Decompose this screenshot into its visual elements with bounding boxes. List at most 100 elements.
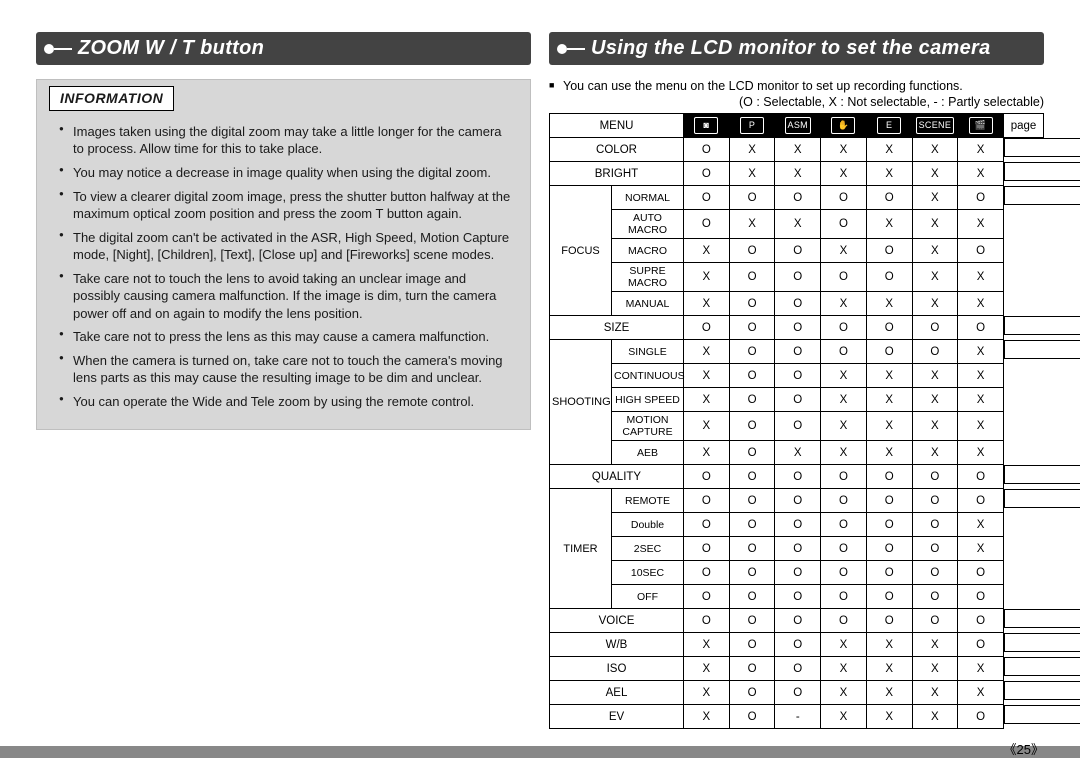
compat-cell: O xyxy=(821,210,867,239)
menu-label: QUALITY xyxy=(550,465,684,489)
menu-sub-label: SUPRE MACRO xyxy=(612,263,684,292)
compat-cell: O xyxy=(775,465,821,489)
compat-cell: X xyxy=(684,239,730,263)
compat-cell: O xyxy=(958,465,1004,489)
compat-cell: X xyxy=(912,657,958,681)
compat-cell: O xyxy=(684,162,730,186)
compat-cell: - xyxy=(775,705,821,729)
compat-cell: X xyxy=(866,705,912,729)
compat-cell: X xyxy=(684,705,730,729)
compat-cell: O xyxy=(821,186,867,210)
compat-cell: X xyxy=(958,657,1004,681)
compat-cell: X xyxy=(684,681,730,705)
mode-icon-auto: ◙ xyxy=(684,114,730,138)
compat-cell: O xyxy=(775,657,821,681)
menu-sub-label: AUTO MACRO xyxy=(612,210,684,239)
compat-cell: X xyxy=(729,138,775,162)
compat-cell: X xyxy=(684,412,730,441)
menu-label: AEL xyxy=(550,681,684,705)
menu-sub-label: MACRO xyxy=(612,239,684,263)
table-row: AELXOOXXXXp.35 xyxy=(550,681,1044,705)
mode-icon-asm: ASM xyxy=(775,114,821,138)
compat-cell: O xyxy=(821,263,867,292)
compat-cell: O xyxy=(866,585,912,609)
compat-cell: X xyxy=(684,340,730,364)
compat-cell: X xyxy=(866,162,912,186)
compat-cell: O xyxy=(821,585,867,609)
compat-cell: O xyxy=(684,316,730,340)
compat-cell: X xyxy=(821,412,867,441)
compat-cell: O xyxy=(684,138,730,162)
compat-cell: X xyxy=(958,513,1004,537)
compat-cell: X xyxy=(912,441,958,465)
compat-cell: O xyxy=(912,513,958,537)
compat-cell: X xyxy=(775,210,821,239)
compat-cell: X xyxy=(912,633,958,657)
compat-cell: O xyxy=(775,316,821,340)
information-bullet: Take care not to press the lens as this … xyxy=(59,328,512,346)
compat-cell: O xyxy=(866,489,912,513)
compat-cell: X xyxy=(958,340,1004,364)
compat-cell: O xyxy=(958,633,1004,657)
compat-cell: O xyxy=(729,585,775,609)
compat-cell: O xyxy=(729,292,775,316)
mode-icon-movie: 🎬 xyxy=(958,114,1004,138)
compat-cell: O xyxy=(912,537,958,561)
compat-cell: X xyxy=(912,292,958,316)
compat-cell: O xyxy=(775,186,821,210)
compat-cell: O xyxy=(912,465,958,489)
page-ref: p.27 xyxy=(1004,162,1080,181)
compat-cell: O xyxy=(866,186,912,210)
compat-cell: O xyxy=(912,316,958,340)
information-bullet: To view a clearer digital zoom image, pr… xyxy=(59,188,512,223)
compat-cell: X xyxy=(958,162,1004,186)
compat-cell: O xyxy=(775,489,821,513)
compat-cell: X xyxy=(729,162,775,186)
compat-cell: O xyxy=(775,340,821,364)
table-row: DoubleOOOOOOX xyxy=(550,513,1044,537)
compat-cell: O xyxy=(821,489,867,513)
compat-cell: X xyxy=(866,441,912,465)
compat-cell: O xyxy=(775,364,821,388)
menu-sub-label: Double xyxy=(612,513,684,537)
compat-cell: O xyxy=(684,489,730,513)
right-intro: You can use the menu on the LCD monitor … xyxy=(549,79,1044,93)
menu-label: ISO xyxy=(550,657,684,681)
right-column: Using the LCD monitor to set the camera … xyxy=(549,32,1044,729)
compat-cell: X xyxy=(866,292,912,316)
compat-cell: X xyxy=(958,681,1004,705)
compat-cell: X xyxy=(684,388,730,412)
compat-cell: X xyxy=(684,263,730,292)
compat-cell: O xyxy=(729,364,775,388)
compat-cell: O xyxy=(958,609,1004,633)
compat-cell: O xyxy=(912,609,958,633)
compat-cell: O xyxy=(729,263,775,292)
compat-cell: X xyxy=(866,412,912,441)
compat-cell: O xyxy=(866,239,912,263)
compat-cell: X xyxy=(912,263,958,292)
mode-icon-p: P xyxy=(729,114,775,138)
compat-cell: O xyxy=(821,561,867,585)
compat-cell: X xyxy=(821,138,867,162)
menu-group: TIMER xyxy=(550,489,612,609)
information-list: Images taken using the digital zoom may … xyxy=(55,123,512,411)
information-box: INFORMATION Images taken using the digit… xyxy=(36,79,531,430)
mode-icon-scene: SCENE xyxy=(912,114,958,138)
compat-cell: X xyxy=(958,412,1004,441)
table-row: SUPRE MACROXOOOOXX xyxy=(550,263,1044,292)
compat-cell: X xyxy=(912,162,958,186)
table-header-row: MENU ◙ P ASM ✋ E SCENE 🎬 page xyxy=(550,114,1044,138)
compat-cell: O xyxy=(684,186,730,210)
page-ref: p.33 xyxy=(1004,489,1080,508)
menu-label: COLOR xyxy=(550,138,684,162)
compat-cell: O xyxy=(958,239,1004,263)
compat-cell: X xyxy=(958,138,1004,162)
compat-cell: O xyxy=(866,609,912,633)
two-column-layout: ZOOM W / T button INFORMATION Images tak… xyxy=(36,32,1044,729)
compat-cell: X xyxy=(912,364,958,388)
table-row: FOCUSNORMALOOOOOXOp.27 xyxy=(550,186,1044,210)
compat-cell: O xyxy=(729,609,775,633)
menu-sub-label: NORMAL xyxy=(612,186,684,210)
compat-cell: O xyxy=(912,585,958,609)
menu-label: BRIGHT xyxy=(550,162,684,186)
